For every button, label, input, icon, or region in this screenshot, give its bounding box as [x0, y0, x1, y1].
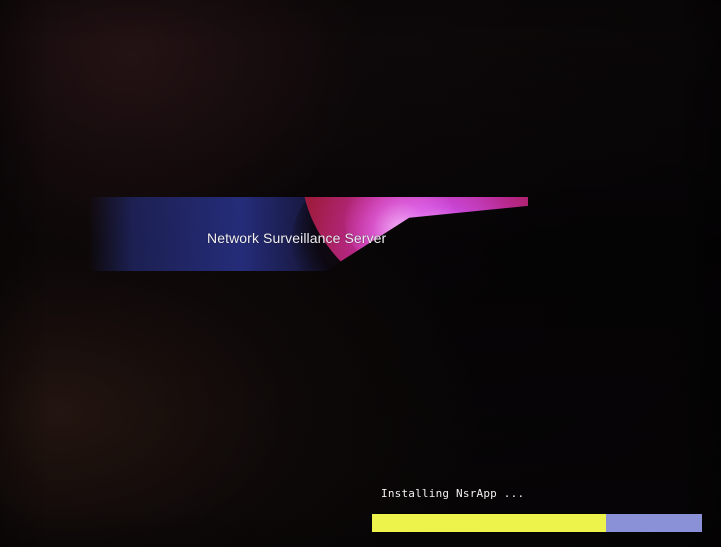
install-status-text: Installing NsrApp ... [381, 487, 525, 500]
screen-vignette [0, 0, 721, 547]
product-title: Network Surveillance Server [207, 230, 387, 246]
install-progress-fill [372, 514, 607, 532]
boot-splash-screen: Network Surveillance Server Installing N… [0, 0, 721, 547]
install-progress-bar [372, 514, 702, 532]
